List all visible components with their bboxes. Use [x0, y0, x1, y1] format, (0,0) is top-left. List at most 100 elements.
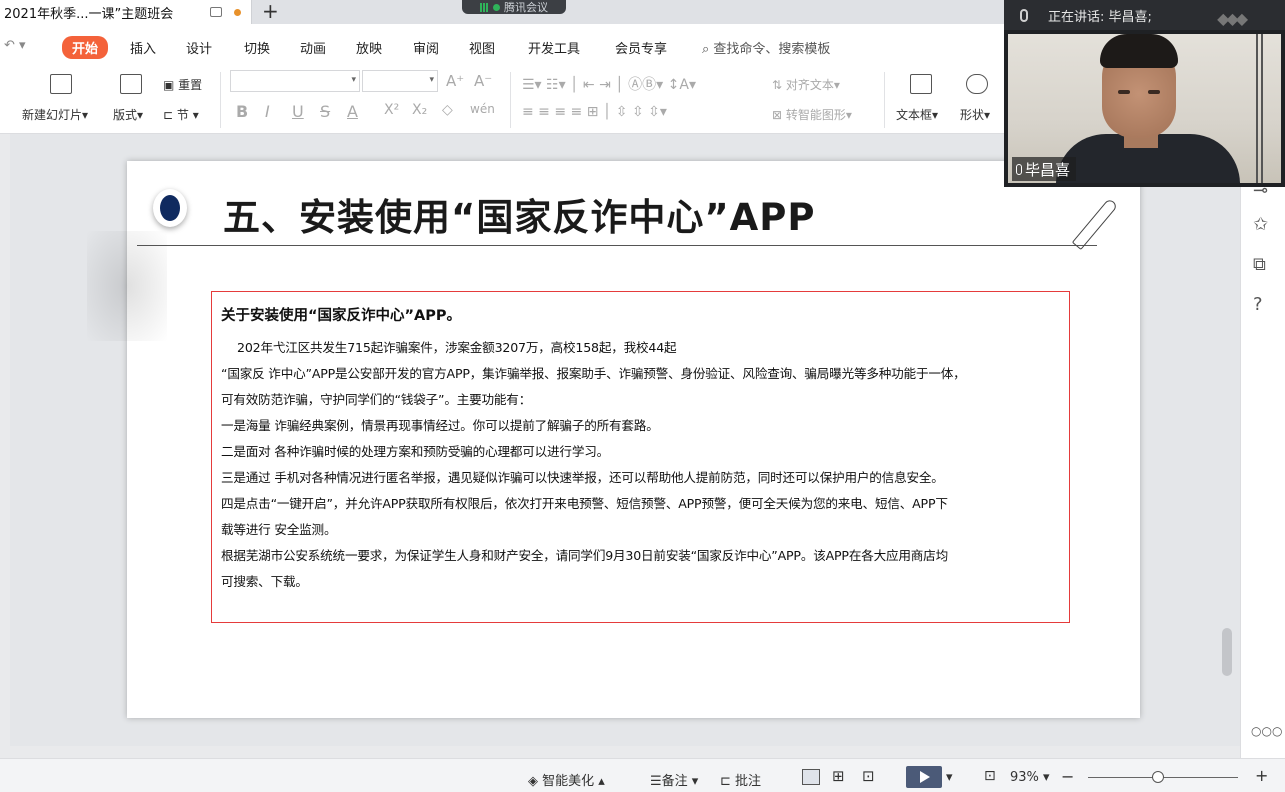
- font-shrink-button[interactable]: A⁻: [474, 72, 492, 90]
- normal-view-icon[interactable]: [802, 769, 820, 785]
- title-bullet-icon: [153, 189, 187, 227]
- menu-view[interactable]: 视图: [469, 38, 495, 57]
- slide-shadow: [87, 231, 167, 341]
- participant-name: 毕昌喜: [1025, 160, 1071, 179]
- speaker-bar: 正在讲话: 毕昌喜; ◆◆◆: [1004, 0, 1285, 30]
- slide[interactable]: 五、安装使用“国家反诈中心”APP 关于安装使用“国家反诈中心”APP。 202…: [87, 161, 1140, 718]
- search-icon: ⌕: [702, 42, 710, 57]
- textbox-icon[interactable]: [910, 74, 932, 94]
- menu-review[interactable]: 审阅: [413, 38, 439, 57]
- content-paragraph: 四是点击“一键开启”，并允许APP获取所有权限后，依次打开来电预警、短信预警、A…: [221, 496, 948, 511]
- vertical-scrollbar-thumb[interactable]: [1222, 628, 1232, 676]
- microphone-icon: [1016, 163, 1022, 175]
- grid-view-icon[interactable]: ⊞: [832, 767, 845, 785]
- microphone-icon[interactable]: [1020, 8, 1028, 22]
- menu-insert[interactable]: 插入: [130, 38, 156, 57]
- font-family-combo[interactable]: ▾: [230, 70, 360, 92]
- superscript-button[interactable]: X²: [384, 102, 399, 118]
- menu-slideshow[interactable]: 放映: [356, 38, 382, 57]
- title-underline: [137, 245, 1097, 246]
- participant-name-tag: 毕昌喜: [1012, 157, 1077, 181]
- menu-transition[interactable]: 切换: [244, 38, 270, 57]
- notes-button[interactable]: ☰备注 ▾: [650, 770, 698, 789]
- new-slide-button[interactable]: 新建幻灯片▾: [22, 106, 88, 123]
- align-text-button[interactable]: ⇅ 对齐文本▾: [772, 76, 840, 93]
- participant-eye: [1118, 90, 1130, 94]
- smart-beautify-button[interactable]: ◈ 智能美化 ▴: [528, 770, 605, 789]
- section-button[interactable]: ⊏ 节 ▾: [163, 106, 199, 123]
- status-dot-icon: [493, 3, 500, 11]
- play-slideshow-button[interactable]: [906, 766, 942, 788]
- ribbon-divider: [220, 72, 221, 128]
- content-heading: 关于安装使用“国家反诈中心”APP。: [221, 308, 462, 324]
- menu-member[interactable]: 会员专享: [615, 38, 667, 57]
- slide-title[interactable]: 五、安装使用“国家反诈中心”APP: [223, 187, 816, 241]
- textbox-button[interactable]: 文本框▾: [896, 106, 938, 123]
- bullet-list-icon[interactable]: ☰▾ ☷▾ │ ⇤ ⇥ │ ⒶⒷ▾ ↕A▾: [522, 74, 696, 94]
- content-paragraph: 可有效防范诈骗，守护同学们的“钱袋子”。主要功能有：: [221, 392, 532, 407]
- beautify-icon: ◈: [528, 774, 538, 789]
- clear-format-icon[interactable]: ◇: [442, 102, 453, 118]
- horizontal-scrollbar[interactable]: [14, 744, 1234, 756]
- font-grow-button[interactable]: A⁺: [446, 72, 464, 90]
- speaking-label: 正在讲话: 毕昌喜;: [1048, 9, 1152, 25]
- participant-eye: [1148, 90, 1160, 94]
- zoom-level[interactable]: 93% ▾: [1010, 770, 1050, 785]
- status-bar: ◈ 智能美化 ▴ ☰备注 ▾ ⊏ 批注 ⊞ ⊡ ▾ ⊡ 93% ▾ − +: [0, 758, 1285, 792]
- font-color-button[interactable]: A: [347, 102, 358, 121]
- content-paragraph: 三是通过 手机对各种情况进行匿名举报，遇见疑似诈骗可以快速举报，还可以帮助他人提…: [221, 470, 944, 485]
- ribbon-divider: [884, 72, 885, 128]
- screen-icon[interactable]: [210, 7, 222, 17]
- video-call-panel[interactable]: 正在讲话: 毕昌喜; ◆◆◆ 毕昌喜: [1004, 0, 1285, 187]
- signal-icon: [480, 2, 489, 12]
- fit-window-icon[interactable]: ⊡: [984, 768, 996, 784]
- zoom-out-button[interactable]: −: [1061, 767, 1074, 786]
- help-icon[interactable]: ?: [1253, 294, 1263, 315]
- more-icon[interactable]: ○○○: [1251, 724, 1282, 738]
- unsaved-dot-icon: [234, 8, 241, 16]
- bold-button[interactable]: B: [236, 102, 248, 121]
- new-tab-button[interactable]: +: [262, 0, 279, 24]
- layout-button[interactable]: 版式▾: [113, 106, 143, 123]
- participant-video[interactable]: 毕昌喜: [1008, 34, 1281, 183]
- content-paragraph: “国家反 诈中心”APP是公安部开发的官方APP，集诈骗举报、报案助手、诈骗预警…: [221, 366, 966, 381]
- comment-icon: ⊏: [720, 774, 731, 789]
- document-tab[interactable]: 2021年秋季...一课”主题班会: [0, 0, 252, 24]
- smart-shape-button[interactable]: ⊠ 转智能图形▾: [772, 106, 852, 123]
- meeting-indicator[interactable]: 腾讯会议: [462, 0, 566, 14]
- menu-design[interactable]: 设计: [186, 38, 212, 57]
- reading-view-icon[interactable]: ⊡: [862, 767, 875, 785]
- paragraph-align-icon[interactable]: ≡ ≡ ≡ ≡ ⊞ │ ⇳ ⇳ ⇳▾: [522, 104, 667, 120]
- document-tab-title: 2021年秋季...一课”主题班会: [4, 6, 174, 22]
- play-options-icon[interactable]: ▾: [946, 770, 953, 785]
- layout-icon[interactable]: ◆◆◆: [1217, 9, 1248, 28]
- shape-icon[interactable]: [966, 74, 988, 94]
- subscript-button[interactable]: X₂: [412, 102, 427, 118]
- command-search[interactable]: ⌕ 查找命令、搜索模板: [702, 38, 830, 57]
- reset-icon: ▣: [163, 78, 175, 92]
- italic-button[interactable]: I: [265, 102, 270, 121]
- copy-icon[interactable]: ⧉: [1253, 254, 1266, 275]
- menu-developer[interactable]: 开发工具: [528, 38, 580, 57]
- star-icon[interactable]: ✩: [1253, 214, 1268, 235]
- content-textbox[interactable]: 关于安装使用“国家反诈中心”APP。 202年弋江区共发生715起诈骗案件，涉案…: [211, 291, 1070, 623]
- zoom-in-button[interactable]: +: [1255, 766, 1268, 785]
- underline-button[interactable]: U: [292, 102, 304, 121]
- shape-button[interactable]: 形状▾: [960, 106, 990, 123]
- strikethrough-button[interactable]: S: [320, 102, 330, 121]
- zoom-slider-handle[interactable]: [1152, 771, 1164, 783]
- background-cable: [1256, 34, 1266, 183]
- align-text-icon: ⇅: [772, 78, 783, 92]
- undo-icon[interactable]: ↶ ▾: [4, 38, 26, 53]
- font-size-combo[interactable]: ▾: [362, 70, 438, 92]
- section-icon: ⊏: [163, 108, 174, 122]
- reset-button[interactable]: ▣ 重置: [163, 76, 202, 93]
- comments-button[interactable]: ⊏ 批注: [720, 770, 761, 789]
- phonetic-guide-button[interactable]: wén: [470, 102, 495, 116]
- right-sidebar: ⊸ ✩ ⧉ ? ○○○: [1240, 134, 1285, 758]
- menu-animation[interactable]: 动画: [300, 38, 326, 57]
- new-slide-icon[interactable]: [50, 74, 72, 94]
- menu-home[interactable]: 开始: [62, 36, 109, 59]
- content-paragraph: 202年弋江区共发生715起诈骗案件，涉案金额3207万，高校158起，我校44…: [237, 340, 677, 355]
- layout-icon[interactable]: [120, 74, 142, 94]
